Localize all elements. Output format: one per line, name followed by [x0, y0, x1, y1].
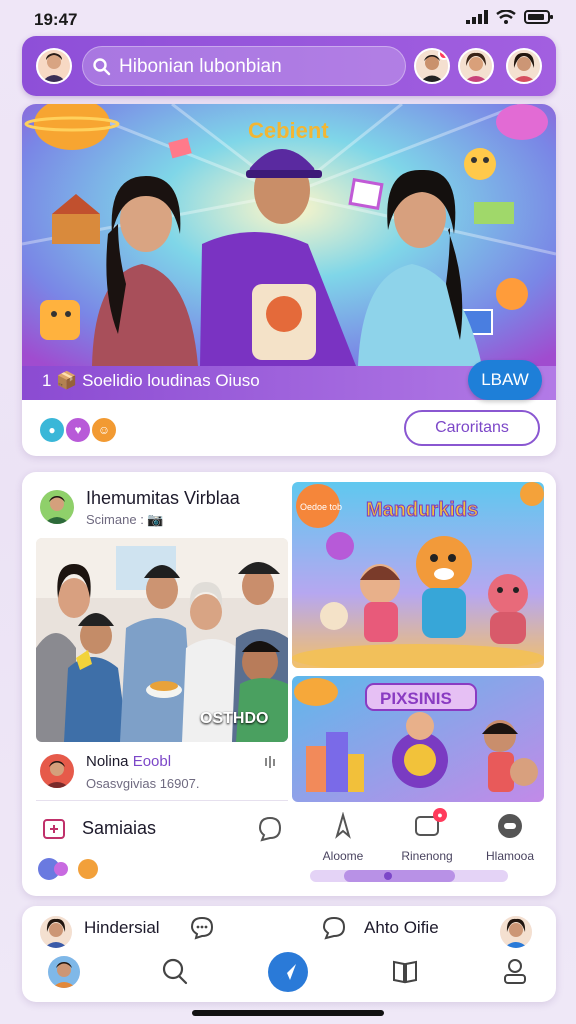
hero-poster-title: Cebient: [248, 118, 329, 143]
calendar-plus-icon[interactable]: [42, 816, 66, 845]
post-author-name[interactable]: Ihemumitas Virblaa: [86, 488, 240, 509]
post-author-avatar[interactable]: [38, 488, 76, 526]
home-indicator: [192, 1010, 384, 1016]
wifi-icon: [496, 10, 516, 24]
thumbnail-badge-text: Oedoe tob: [300, 502, 342, 512]
status-time: 19:47: [34, 10, 78, 29]
inbox-action[interactable]: ● Rinenong: [388, 808, 466, 863]
comment-icon[interactable]: [320, 914, 348, 947]
bottom-left-label[interactable]: Hindersial: [84, 918, 160, 938]
comment-author-avatar[interactable]: [38, 752, 76, 790]
friend-avatar-2[interactable]: [458, 48, 494, 84]
action-label-3: Hlamooa: [485, 849, 535, 863]
audio-bars-icon[interactable]: [264, 755, 278, 772]
post-meta: Scimane : 📷: [86, 512, 164, 527]
hero-caption: 1 📦 Soelidio loudinas Oiuso: [42, 371, 260, 390]
status-icons: [466, 10, 554, 24]
progress-fill: [344, 870, 455, 882]
search-bar[interactable]: Hibonian lubonbian: [82, 46, 406, 86]
action-label-1: Aloome: [322, 849, 364, 863]
bottom-left-avatar[interactable]: [40, 916, 72, 948]
comment-name-accent: Eoobl: [132, 753, 172, 770]
comment-name: Nolina: [86, 753, 129, 770]
notification-dot: [438, 50, 448, 60]
signal-icon: [466, 10, 488, 24]
friend-avatar-3[interactable]: [506, 48, 542, 84]
comment-author-name[interactable]: Nolina Eoobl: [86, 753, 171, 770]
emoji-mini-icon: [78, 859, 98, 879]
photo-caption: OSTHDO: [200, 710, 269, 727]
heart-reaction-icon: ♥: [64, 416, 92, 444]
record-action[interactable]: Hlamooa: [474, 812, 546, 863]
navigation-icon: [335, 811, 351, 839]
message-icon[interactable]: [188, 914, 216, 947]
comment-divider: [36, 800, 288, 801]
nav-user-icon[interactable]: [500, 956, 530, 991]
thumbnail-2-title: PIXSINIS: [380, 689, 452, 708]
nav-book-icon[interactable]: [390, 956, 420, 991]
bottom-bar: Hindersial Ahto Oifie: [22, 906, 556, 1002]
action-label-2: Rinenong: [401, 849, 453, 863]
post-card: Ihemumitas Virblaa Scimane : 📷 OSTHDO Oe…: [22, 472, 556, 896]
primary-action-button[interactable]: LBAW: [468, 360, 542, 400]
nav-search-icon[interactable]: [160, 956, 190, 991]
secondary-link[interactable]: Samiaias: [82, 818, 156, 839]
mini-reaction-group[interactable]: [38, 858, 98, 880]
wow-reaction-icon: ●: [38, 416, 66, 444]
secondary-action-button[interactable]: Caroritans: [404, 410, 540, 446]
record-icon: [498, 814, 522, 838]
hero-image[interactable]: Cebient: [22, 104, 556, 400]
nav-compose-icon[interactable]: [268, 952, 308, 992]
thumbnail-pixel-show[interactable]: PIXSINIS: [292, 676, 544, 802]
nav-profile-avatar[interactable]: [46, 954, 82, 990]
thumbnail-title: Mandurkids: [366, 499, 478, 521]
progress-knob[interactable]: [384, 872, 392, 880]
inbox-badge: ●: [433, 808, 447, 822]
thumbnail-kids-show[interactable]: Oedoe tob Mandurkids: [292, 482, 544, 668]
comment-meta: Osasvgivias 16907.: [86, 776, 200, 791]
heart-mini-icon: [54, 862, 68, 876]
progress-track[interactable]: [310, 870, 508, 882]
chat-action[interactable]: [254, 814, 286, 845]
laugh-reaction-icon: ☺: [90, 416, 118, 444]
profile-avatar[interactable]: [36, 48, 72, 84]
battery-icon: [524, 10, 553, 24]
status-bar: 19:47: [0, 0, 576, 36]
alert-action[interactable]: Aloome: [312, 811, 374, 863]
bottom-right-label[interactable]: Ahto Oifie: [364, 918, 439, 938]
feature-card: Cebient 1 📦 Soelidio loudinas Oiuso LBAW…: [22, 104, 556, 456]
bottom-right-avatar[interactable]: [500, 916, 532, 948]
top-bar: Hibonian lubonbian: [22, 36, 556, 96]
chat-bubble-icon: [258, 816, 282, 842]
search-text: Hibonian lubonbian: [119, 56, 282, 77]
friend-avatar-1[interactable]: [414, 48, 450, 84]
search-icon: [93, 58, 111, 76]
reaction-group[interactable]: ● ♥ ☺: [38, 416, 118, 444]
